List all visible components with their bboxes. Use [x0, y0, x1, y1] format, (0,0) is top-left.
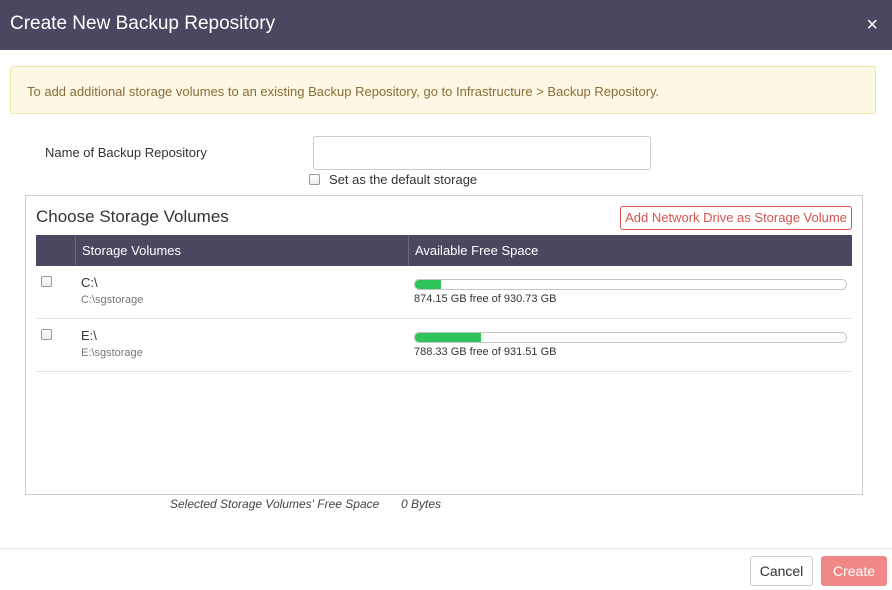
volume-name: C:\ [81, 275, 98, 290]
volume-name: E:\ [81, 328, 97, 343]
create-button[interactable]: Create [821, 556, 887, 586]
select-column-header [36, 235, 76, 266]
storage-volumes-title: Choose Storage Volumes [36, 207, 229, 226]
free-space-text: 874.15 GB free of 930.73 GB [414, 293, 557, 305]
free-space-bar-fill [415, 333, 482, 342]
volume-checkbox[interactable] [41, 329, 52, 340]
default-storage-checkbox[interactable] [309, 174, 320, 185]
free-space-text: 788.33 GB free of 931.51 GB [414, 346, 557, 358]
cancel-button[interactable]: Cancel [750, 556, 813, 586]
table-row: C:\ C:\sgstorage 874.15 GB free of 930.7… [36, 266, 852, 319]
footer-divider [0, 548, 892, 549]
storage-volumes-column-header: Storage Volumes [76, 235, 409, 266]
dialog-header: Create New Backup Repository × [0, 0, 892, 50]
alert-message: To add additional storage volumes to an … [27, 84, 660, 99]
table-row: E:\ E:\sgstorage 788.33 GB free of 931.5… [36, 319, 852, 372]
selected-free-space-value: 0 Bytes [401, 497, 442, 511]
table-header: Storage Volumes Available Free Space [36, 235, 852, 266]
volume-path: E:\sgstorage [81, 347, 143, 359]
volume-checkbox[interactable] [41, 276, 52, 287]
repository-name-label: Name of Backup Repository [45, 145, 207, 160]
default-storage-label: Set as the default storage [329, 172, 478, 187]
info-alert: To add additional storage volumes to an … [10, 66, 876, 114]
free-space-bar [414, 279, 847, 290]
close-icon[interactable]: × [866, 14, 878, 36]
selected-free-space-label: Selected Storage Volumes' Free Space [170, 497, 380, 511]
free-space-column-header: Available Free Space [415, 243, 539, 258]
free-space-bar-fill [415, 280, 442, 289]
add-network-drive-button[interactable]: Add Network Drive as Storage Volume [620, 206, 852, 230]
repository-name-input[interactable] [313, 136, 651, 170]
dialog-title: Create New Backup Repository [10, 13, 276, 34]
free-space-bar [414, 332, 847, 343]
volume-path: C:\sgstorage [81, 294, 144, 306]
storage-volumes-panel: Choose Storage Volumes Add Network Drive… [25, 195, 863, 495]
